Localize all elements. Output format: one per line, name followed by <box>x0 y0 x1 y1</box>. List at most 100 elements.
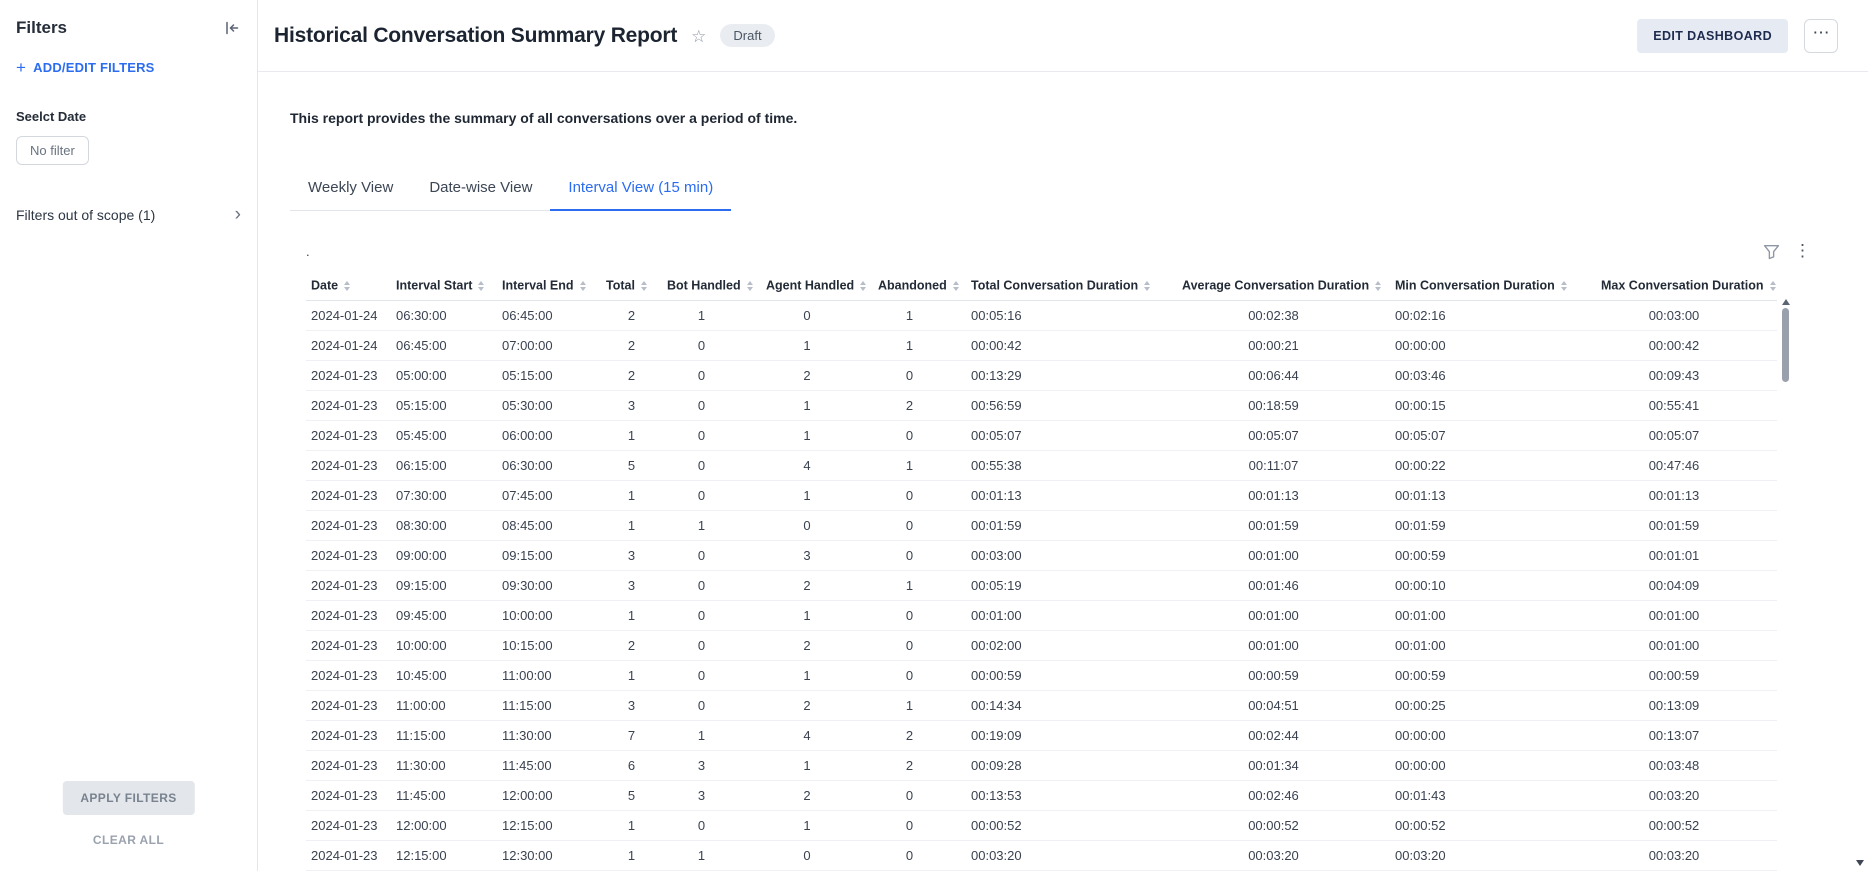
collapse-sidebar-icon[interactable] <box>223 19 241 37</box>
table-scrollbar-thumb[interactable] <box>1782 308 1789 382</box>
sort-icon[interactable] <box>1561 281 1567 291</box>
table-cell: 00:18:59 <box>1182 390 1395 420</box>
filters-out-of-scope-row[interactable]: Filters out of scope (1) › <box>16 207 241 223</box>
table-cell: 1 <box>667 840 766 870</box>
table-cell: 1 <box>878 330 971 360</box>
table-cell: 2024-01-23 <box>306 540 396 570</box>
table-cell: 09:30:00 <box>502 570 606 600</box>
table-cell: 00:56:59 <box>971 390 1182 420</box>
table-cell: 00:00:15 <box>1395 390 1601 420</box>
table-cell: 0 <box>667 810 766 840</box>
table-cell: 1 <box>878 690 971 720</box>
sort-icon[interactable] <box>747 281 753 291</box>
table-scrollbar[interactable] <box>1782 299 1790 870</box>
table-cell: 1 <box>766 480 878 510</box>
column-header-total[interactable]: Total <box>606 271 667 300</box>
table-cell: 00:01:13 <box>1182 480 1395 510</box>
table-cell: 2024-01-23 <box>306 570 396 600</box>
table-cell: 0 <box>878 510 971 540</box>
apply-filters-button[interactable]: APPLY FILTERS <box>62 781 194 815</box>
table-cell: 0 <box>878 540 971 570</box>
table-cell: 00:06:44 <box>1182 360 1395 390</box>
table-cell: 06:45:00 <box>396 330 502 360</box>
filters-sidebar: Filters + ADD/EDIT FILTERS Seelct Date N… <box>0 0 258 871</box>
table-cell: 00:03:20 <box>1601 840 1777 870</box>
table-cell: 2024-01-23 <box>306 480 396 510</box>
clear-all-button[interactable]: CLEAR ALL <box>0 833 257 847</box>
table-cell: 00:00:52 <box>1601 810 1777 840</box>
table-cell: 00:00:59 <box>1395 660 1601 690</box>
tab-interval-view-15-min[interactable]: Interval View (15 min) <box>550 166 731 211</box>
column-header-min-conversation-duration[interactable]: Min Conversation Duration <box>1395 271 1601 300</box>
table-cell: 1 <box>606 840 667 870</box>
sort-icon[interactable] <box>1144 281 1150 291</box>
table-cell: 00:00:59 <box>1182 660 1395 690</box>
scroll-up-icon[interactable] <box>1782 299 1790 305</box>
table-cell: 11:00:00 <box>502 660 606 690</box>
sort-icon[interactable] <box>580 281 586 291</box>
table-row: 2024-01-2312:15:0012:30:00110000:03:2000… <box>306 840 1777 870</box>
table-caption: . <box>306 244 310 259</box>
table-cell: 0 <box>667 450 766 480</box>
page-title: Historical Conversation Summary Report <box>274 24 677 48</box>
sort-icon[interactable] <box>860 281 866 291</box>
more-options-button[interactable]: ⋯ <box>1804 19 1838 53</box>
filter-icon[interactable] <box>1763 243 1780 260</box>
table-cell: 00:00:00 <box>1395 720 1601 750</box>
table-cell: 11:45:00 <box>396 780 502 810</box>
table-cell: 6 <box>606 750 667 780</box>
sort-icon[interactable] <box>344 281 350 291</box>
scroll-down-icon[interactable] <box>1856 860 1864 866</box>
table-cell: 00:01:59 <box>1395 510 1601 540</box>
column-header-interval-start[interactable]: Interval Start <box>396 271 502 300</box>
column-header-date[interactable]: Date <box>306 271 396 300</box>
table-cell: 0 <box>766 510 878 540</box>
table-row: 2024-01-2311:30:0011:45:00631200:09:2800… <box>306 750 1777 780</box>
page-scrollbar[interactable] <box>1854 0 1866 871</box>
report-description: This report provides the summary of all … <box>290 110 1868 126</box>
status-badge: Draft <box>720 24 774 47</box>
column-header-abandoned[interactable]: Abandoned <box>878 271 971 300</box>
sort-icon[interactable] <box>1375 281 1381 291</box>
table-cell: 0 <box>667 330 766 360</box>
column-header-interval-end[interactable]: Interval End <box>502 271 606 300</box>
table-cell: 1 <box>667 300 766 330</box>
table-cell: 11:15:00 <box>502 690 606 720</box>
table-cell: 12:00:00 <box>502 780 606 810</box>
column-label: Total <box>606 279 635 293</box>
table-cell: 10:00:00 <box>502 600 606 630</box>
kebab-menu-icon[interactable]: ⋮ <box>1794 241 1806 261</box>
column-header-max-conversation-duration[interactable]: Max Conversation Duration <box>1601 271 1777 300</box>
table-cell: 0 <box>667 570 766 600</box>
column-header-average-conversation-duration[interactable]: Average Conversation Duration <box>1182 271 1395 300</box>
table-cell: 1 <box>878 450 971 480</box>
column-header-total-conversation-duration[interactable]: Total Conversation Duration <box>971 271 1182 300</box>
column-header-agent-handled[interactable]: Agent Handled <box>766 271 878 300</box>
header-actions: EDIT DASHBOARD ⋯ <box>1637 19 1838 53</box>
date-filter-chip[interactable]: No filter <box>16 136 89 165</box>
edit-dashboard-button[interactable]: EDIT DASHBOARD <box>1637 19 1788 53</box>
tab-date-wise-view[interactable]: Date-wise View <box>411 166 550 210</box>
table-cell: 00:19:09 <box>971 720 1182 750</box>
add-edit-filters-button[interactable]: + ADD/EDIT FILTERS <box>16 60 241 75</box>
table-cell: 1 <box>606 810 667 840</box>
table-cell: 2024-01-23 <box>306 690 396 720</box>
sort-icon[interactable] <box>478 281 484 291</box>
table-row: 2024-01-2306:15:0006:30:00504100:55:3800… <box>306 450 1777 480</box>
favorite-star-icon[interactable]: ☆ <box>691 27 706 47</box>
sort-icon[interactable] <box>1770 281 1776 291</box>
sort-icon[interactable] <box>953 281 959 291</box>
table-cell: 00:01:00 <box>1601 600 1777 630</box>
table-cell: 2 <box>878 750 971 780</box>
sort-icon[interactable] <box>641 281 647 291</box>
table-cell: 00:01:00 <box>1182 540 1395 570</box>
table-cell: 5 <box>606 780 667 810</box>
table-row: 2024-01-2308:30:0008:45:00110000:01:5900… <box>306 510 1777 540</box>
column-header-bot-handled[interactable]: Bot Handled <box>667 271 766 300</box>
table-cell: 1 <box>606 600 667 630</box>
table-cell: 00:01:01 <box>1601 540 1777 570</box>
tab-weekly-view[interactable]: Weekly View <box>290 166 411 210</box>
interval-table: DateInterval StartInterval EndTotal Bot H… <box>306 271 1777 871</box>
table-cell: 00:09:28 <box>971 750 1182 780</box>
table-cell: 05:45:00 <box>396 420 502 450</box>
